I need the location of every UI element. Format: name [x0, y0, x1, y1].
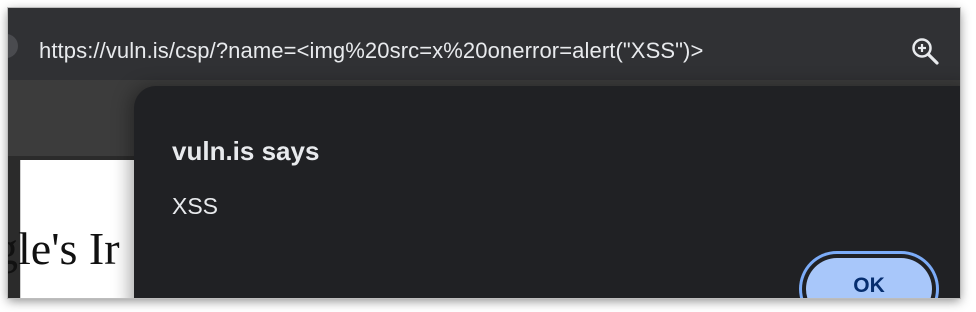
zoom-in-icon[interactable]	[910, 36, 940, 66]
browser-window: https://vuln.is/csp/?name=<img%20src=x%2…	[8, 8, 960, 298]
alert-dialog: vuln.is says XSS OK	[134, 86, 960, 298]
ok-button[interactable]: OK	[806, 258, 932, 298]
address-bar[interactable]: https://vuln.is/csp/?name=<img%20src=x%2…	[8, 8, 960, 80]
page-heading: gle's Ir	[8, 223, 120, 274]
site-info-icon[interactable]	[8, 34, 18, 58]
url-text[interactable]: https://vuln.is/csp/?name=<img%20src=x%2…	[39, 38, 703, 64]
dialog-title: vuln.is says	[172, 136, 320, 166]
dialog-message: XSS	[172, 193, 219, 219]
